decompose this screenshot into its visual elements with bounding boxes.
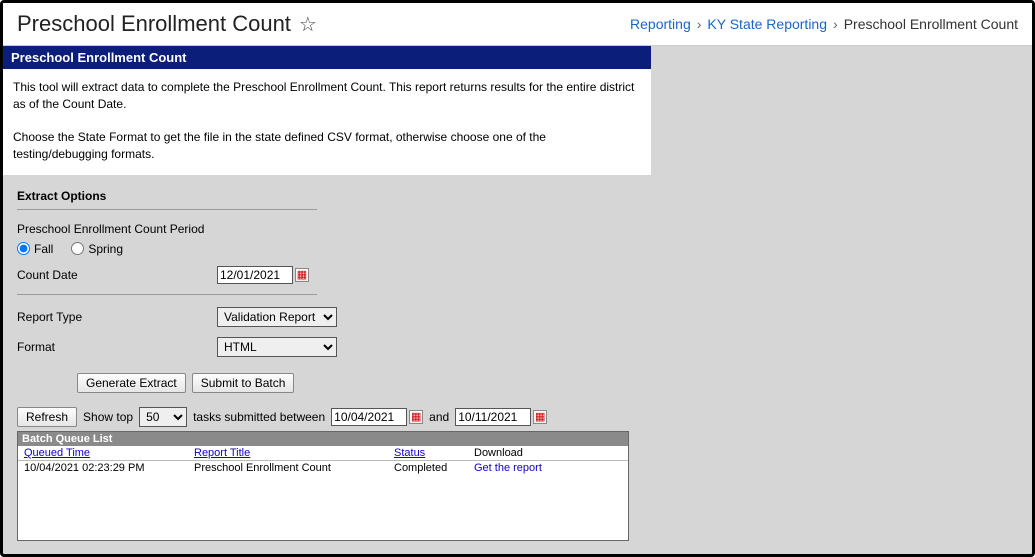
panel-description-2: Choose the State Format to get the file … xyxy=(13,129,641,163)
breadcrumb: Reporting › KY State Reporting › Prescho… xyxy=(630,16,1018,32)
period-fall-radio[interactable] xyxy=(17,242,30,255)
batch-queue-title: Batch Queue List xyxy=(18,432,628,446)
divider xyxy=(17,209,317,210)
show-top-label: Show top xyxy=(83,410,133,424)
panel-title: Preschool Enrollment Count xyxy=(3,46,651,69)
period-fall-option[interactable]: Fall xyxy=(17,242,53,256)
favorite-star-icon[interactable]: ☆ xyxy=(299,12,317,37)
chevron-right-icon: › xyxy=(833,16,838,32)
calendar-icon[interactable]: ▦ xyxy=(533,410,547,424)
page-title: Preschool Enrollment Count xyxy=(17,11,291,37)
col-download: Download xyxy=(468,446,628,461)
report-type-label: Report Type xyxy=(17,310,217,324)
breadcrumb-ky-state-reporting[interactable]: KY State Reporting xyxy=(707,16,827,32)
cell-report-title: Preschool Enrollment Count xyxy=(188,460,388,475)
count-date-label: Count Date xyxy=(17,268,217,282)
date-to-input[interactable] xyxy=(455,408,531,426)
panel-description-1: This tool will extract data to complete … xyxy=(13,79,641,113)
breadcrumb-current: Preschool Enrollment Count xyxy=(844,16,1018,32)
period-spring-option[interactable]: Spring xyxy=(71,242,123,256)
calendar-icon[interactable]: ▦ xyxy=(295,268,309,282)
cell-status: Completed xyxy=(388,460,468,475)
period-fall-label: Fall xyxy=(34,242,53,256)
period-label: Preschool Enrollment Count Period xyxy=(17,222,637,236)
extract-options-label: Extract Options xyxy=(17,189,637,203)
col-queued-time[interactable]: Queued Time xyxy=(18,446,188,461)
download-link[interactable]: Get the report xyxy=(474,462,542,474)
generate-extract-button[interactable]: Generate Extract xyxy=(77,373,186,393)
and-label: and xyxy=(429,410,449,424)
report-type-select[interactable]: Validation Report xyxy=(217,307,337,327)
date-from-input[interactable] xyxy=(331,408,407,426)
calendar-icon[interactable]: ▦ xyxy=(409,410,423,424)
chevron-right-icon: › xyxy=(697,16,702,32)
divider xyxy=(17,294,317,295)
refresh-button[interactable]: Refresh xyxy=(17,407,77,427)
col-status[interactable]: Status xyxy=(388,446,468,461)
format-label: Format xyxy=(17,340,217,354)
period-spring-radio[interactable] xyxy=(71,242,84,255)
show-top-select[interactable]: 50 xyxy=(139,407,187,427)
breadcrumb-reporting[interactable]: Reporting xyxy=(630,16,691,32)
count-date-input[interactable] xyxy=(217,266,293,284)
format-select[interactable]: HTML xyxy=(217,337,337,357)
col-report-title[interactable]: Report Title xyxy=(188,446,388,461)
cell-queued-time: 10/04/2021 02:23:29 PM xyxy=(18,460,188,475)
tasks-between-label: tasks submitted between xyxy=(193,410,325,424)
submit-to-batch-button[interactable]: Submit to Batch xyxy=(192,373,295,393)
batch-queue-list: Batch Queue List Queued Time Report Titl… xyxy=(17,431,629,541)
table-row: 10/04/2021 02:23:29 PM Preschool Enrollm… xyxy=(18,460,628,475)
period-spring-label: Spring xyxy=(88,242,123,256)
